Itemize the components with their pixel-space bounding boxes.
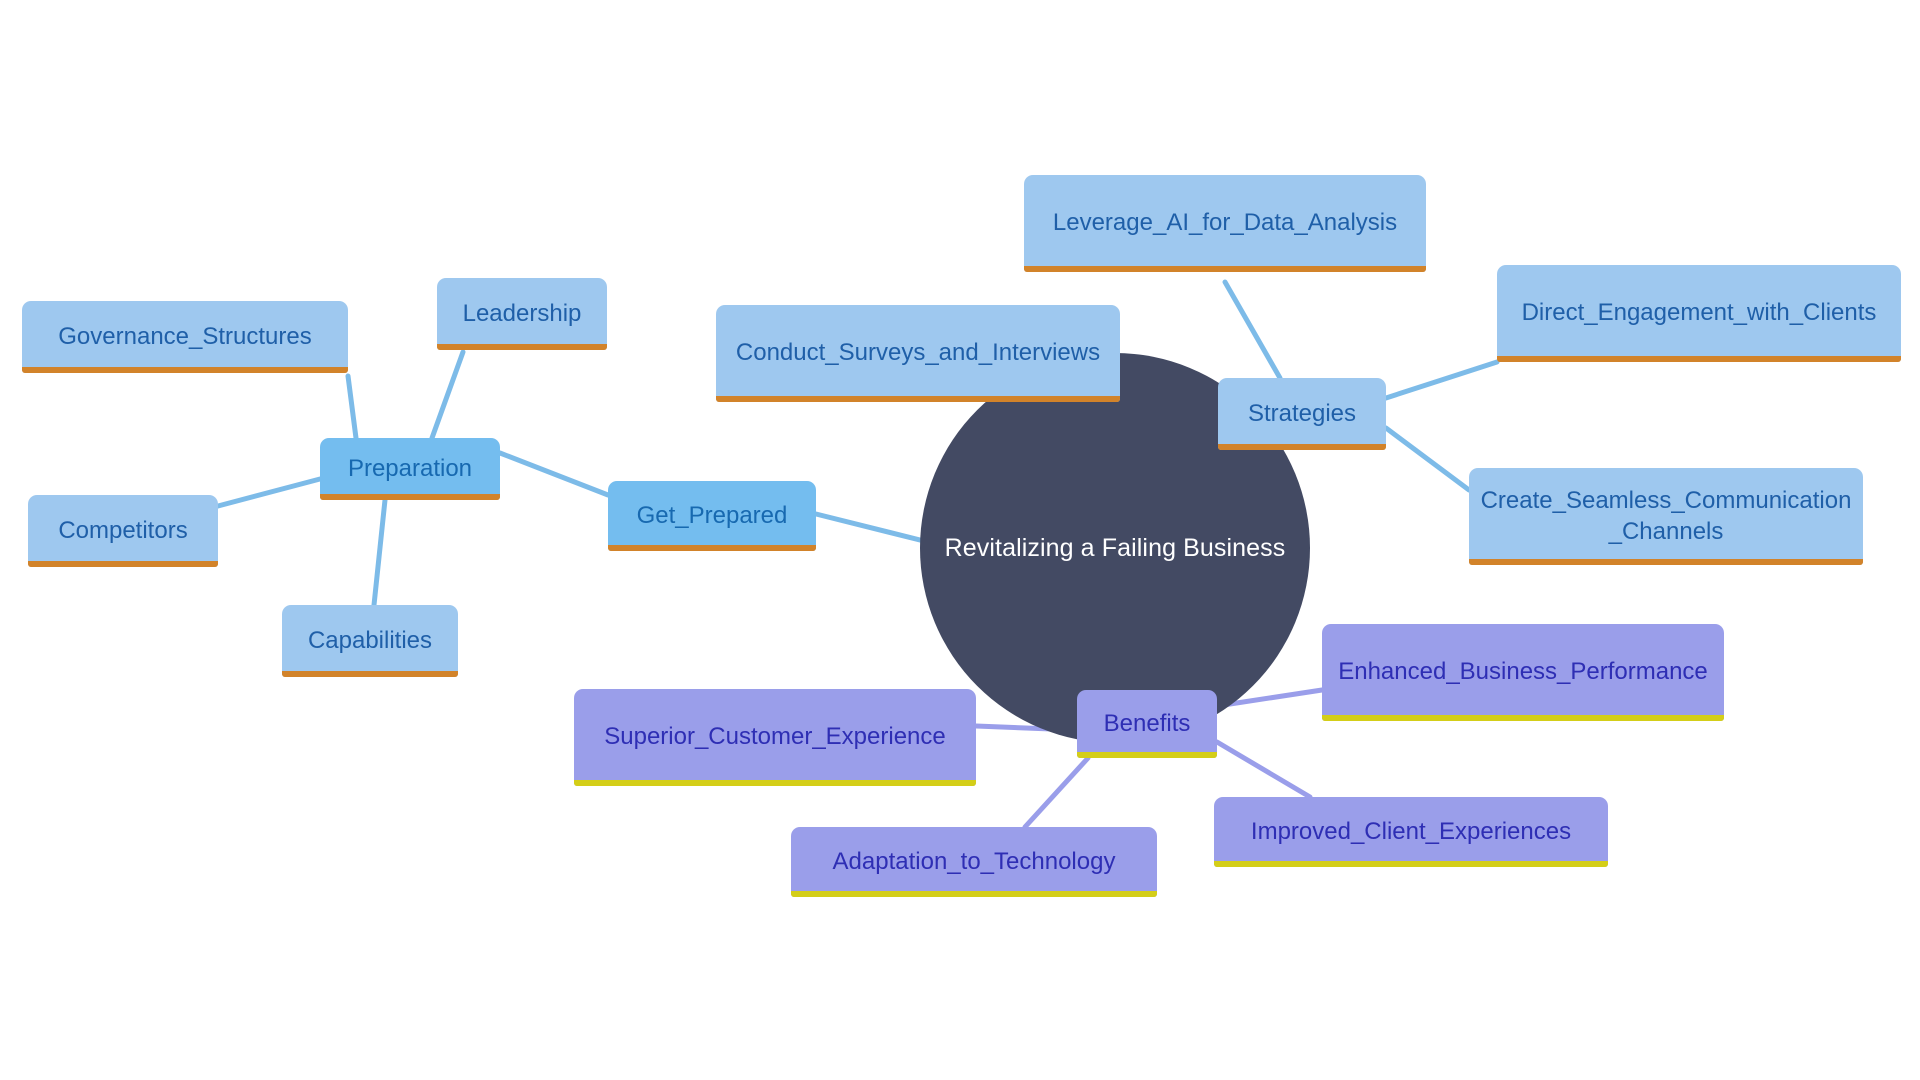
- node-improved_client_experiences[interactable]: Improved_Client_Experiences: [1214, 797, 1608, 867]
- central-topic-label: Revitalizing a Failing Business: [944, 534, 1286, 562]
- node-direct_engagement_with_clients[interactable]: Direct_Engagement_with_Clients: [1497, 265, 1901, 362]
- node-label-superior_customer_experience: Superior_Customer_Experience: [604, 723, 946, 751]
- node-label-get_prepared: Get_Prepared: [636, 501, 788, 529]
- node-underline-enhanced_business_performance: [1322, 715, 1724, 721]
- node-label-strategies: Strategies: [1247, 399, 1357, 427]
- node-preparation[interactable]: Preparation: [320, 438, 500, 500]
- edge-benefits-to-adaptation_to_technology: [1022, 755, 1091, 830]
- node-label-leadership: Leadership: [462, 299, 582, 327]
- node-underline-improved_client_experiences: [1214, 861, 1608, 867]
- node-create_seamless_communication_channels[interactable]: Create_Seamless_Communication_Channels: [1469, 468, 1863, 565]
- node-label-competitors: Competitors: [58, 516, 188, 544]
- node-underline-conduct_surveys_and_interviews: [716, 396, 1120, 402]
- node-leverage_ai_for_data_analysis[interactable]: Leverage_AI_for_Data_Analysis: [1024, 175, 1426, 272]
- edge-strategies-to-create_seamless_communication_channels: [1383, 425, 1472, 493]
- node-enhanced_business_performance[interactable]: Enhanced_Business_Performance: [1322, 624, 1724, 721]
- node-underline-adaptation_to_technology: [791, 891, 1157, 897]
- node-underline-leverage_ai_for_data_analysis: [1024, 266, 1426, 272]
- node-underline-direct_engagement_with_clients: [1497, 356, 1901, 362]
- node-label-create_seamless_communication_channels: Create_Seamless_Communication_Channels: [1480, 486, 1852, 545]
- node-label-adaptation_to_technology: Adaptation_to_Technology: [832, 847, 1116, 875]
- node-label-leverage_ai_for_data_analysis: Leverage_AI_for_Data_Analysis: [1052, 209, 1398, 237]
- node-label-governance_structures: Governance_Structures: [58, 322, 312, 350]
- node-capabilities[interactable]: Capabilities: [282, 605, 458, 677]
- node-competitors[interactable]: Competitors: [28, 495, 218, 567]
- node-conduct_surveys_and_interviews[interactable]: Conduct_Surveys_and_Interviews: [716, 305, 1120, 402]
- node-label-enhanced_business_performance: Enhanced_Business_Performance: [1338, 658, 1708, 686]
- edge-strategies-to-direct_engagement_with_clients: [1383, 359, 1500, 401]
- node-get_prepared[interactable]: Get_Prepared: [608, 481, 816, 551]
- edge-governance_structures-to-preparation: [345, 373, 359, 441]
- node-underline-governance_structures: [22, 367, 348, 373]
- node-governance_structures[interactable]: Governance_Structures: [22, 301, 348, 373]
- node-underline-leadership: [437, 344, 607, 350]
- edge-capabilities-to-preparation: [371, 497, 388, 608]
- edge-benefits-to-improved_client_experiences: [1214, 739, 1313, 800]
- node-underline-capabilities: [282, 671, 458, 677]
- node-underline-preparation: [320, 494, 500, 500]
- node-underline-superior_customer_experience: [574, 780, 976, 786]
- node-underline-strategies: [1218, 444, 1386, 450]
- edge-preparation-to-get_prepared: [497, 450, 611, 498]
- edge-leadership-to-preparation: [429, 349, 466, 441]
- edge-competitors-to-preparation: [215, 476, 323, 509]
- node-label-benefits: Benefits: [1103, 709, 1191, 737]
- node-underline-benefits: [1077, 752, 1217, 758]
- node-underline-create_seamless_communication_channels: [1469, 559, 1863, 565]
- node-underline-competitors: [28, 561, 218, 567]
- node-benefits[interactable]: Benefits: [1077, 690, 1217, 758]
- node-label-improved_client_experiences: Improved_Client_Experiences: [1250, 817, 1572, 845]
- node-leadership[interactable]: Leadership: [437, 278, 607, 350]
- node-label-conduct_surveys_and_interviews: Conduct_Surveys_and_Interviews: [735, 339, 1101, 367]
- node-label-direct_engagement_with_clients: Direct_Engagement_with_Clients: [1521, 299, 1877, 327]
- node-label-preparation: Preparation: [347, 454, 473, 482]
- node-superior_customer_experience[interactable]: Superior_Customer_Experience: [574, 689, 976, 786]
- edge-leverage_ai_for_data_analysis-to-strategies: [1222, 279, 1283, 381]
- mindmap-canvas: Revitalizing a Failing Business Preparat…: [0, 0, 1920, 1080]
- node-underline-get_prepared: [608, 545, 816, 551]
- node-strategies[interactable]: Strategies: [1218, 378, 1386, 450]
- node-label-capabilities: Capabilities: [307, 626, 433, 654]
- node-adaptation_to_technology[interactable]: Adaptation_to_Technology: [791, 827, 1157, 897]
